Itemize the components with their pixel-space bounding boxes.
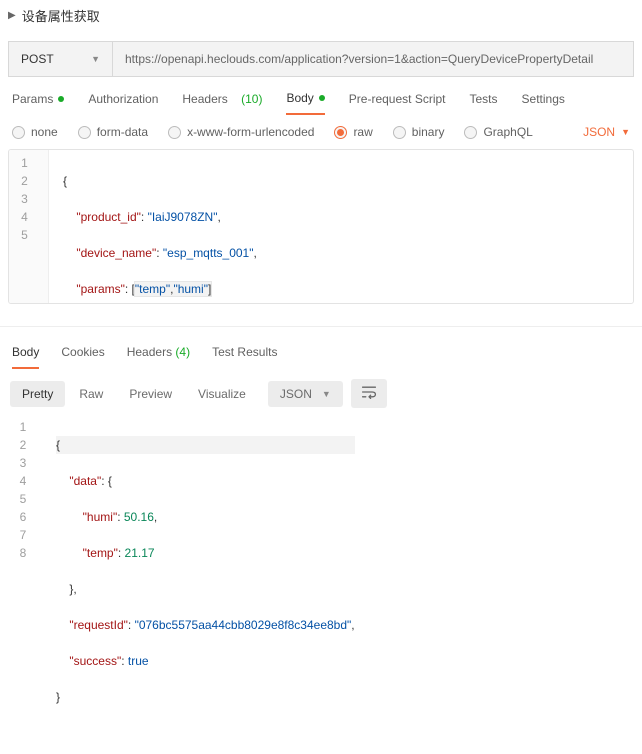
section-title: 设备属性获取 [22, 6, 100, 25]
dot-icon [319, 95, 325, 101]
headers-count: (10) [241, 92, 262, 106]
view-visualize[interactable]: Visualize [186, 381, 258, 407]
dot-icon [58, 96, 64, 102]
body-type-row: none form-data x-www-form-urlencoded raw… [0, 115, 642, 149]
resp-tab-body[interactable]: Body [12, 345, 39, 369]
method-label: POST [21, 52, 54, 66]
tab-params[interactable]: Params [12, 92, 64, 114]
response-format-select[interactable]: JSON▼ [268, 381, 343, 407]
radio-formdata[interactable]: form-data [78, 125, 148, 139]
line-gutter: 1 2 3 4 5 6 7 8 [8, 414, 46, 746]
tab-headers[interactable]: Headers (10) [182, 92, 262, 114]
radio-graphql[interactable]: GraphQL [464, 125, 532, 139]
resp-tab-testresults[interactable]: Test Results [212, 345, 277, 369]
line-gutter: 1 2 3 4 5 [9, 150, 49, 304]
tab-settings[interactable]: Settings [522, 92, 565, 114]
code-area: { "data": { "humi": 50.16, "temp": 21.17… [46, 414, 355, 746]
view-raw[interactable]: Raw [67, 381, 115, 407]
method-select[interactable]: POST ▼ [9, 42, 113, 76]
wrap-lines-button[interactable] [351, 379, 387, 408]
response-toolbar: Pretty Raw Preview Visualize JSON▼ [0, 369, 642, 414]
tab-tests[interactable]: Tests [470, 92, 498, 114]
resp-tab-headers[interactable]: Headers (4) [127, 345, 190, 369]
chevron-down-icon: ▼ [621, 127, 630, 137]
chevron-down-icon: ▼ [91, 54, 100, 64]
headers-count: (4) [175, 345, 190, 359]
url-input[interactable]: https://openapi.heclouds.com/application… [113, 42, 633, 76]
request-body-editor[interactable]: 1 2 3 4 5 { "product_id": "IaiJ9078ZN", … [8, 149, 634, 304]
section-header[interactable]: ▶ 设备属性获取 [0, 0, 642, 31]
response-body-editor[interactable]: 1 2 3 4 5 6 7 8 { "data": { "humi": 50.1… [8, 414, 634, 746]
tab-authorization[interactable]: Authorization [88, 92, 158, 114]
radio-binary[interactable]: binary [393, 125, 445, 139]
view-pretty[interactable]: Pretty [10, 381, 65, 407]
response-tabs: Body Cookies Headers (4) Test Results [0, 326, 642, 369]
tab-body[interactable]: Body [286, 91, 324, 115]
request-tabs: Params Authorization Headers (10) Body P… [0, 77, 642, 115]
wrap-icon [361, 385, 377, 399]
view-preview[interactable]: Preview [117, 381, 184, 407]
tab-prerequest[interactable]: Pre-request Script [349, 92, 446, 114]
format-select[interactable]: JSON▼ [583, 125, 630, 139]
code-area[interactable]: { "product_id": "IaiJ9078ZN", "device_na… [49, 150, 257, 304]
radio-none[interactable]: none [12, 125, 58, 139]
collapse-icon: ▶ [8, 10, 16, 21]
radio-raw[interactable]: raw [334, 125, 372, 139]
resp-tab-cookies[interactable]: Cookies [61, 345, 104, 369]
radio-xwww[interactable]: x-www-form-urlencoded [168, 125, 314, 139]
chevron-down-icon: ▼ [322, 389, 331, 399]
request-bar: POST ▼ https://openapi.heclouds.com/appl… [8, 41, 634, 77]
